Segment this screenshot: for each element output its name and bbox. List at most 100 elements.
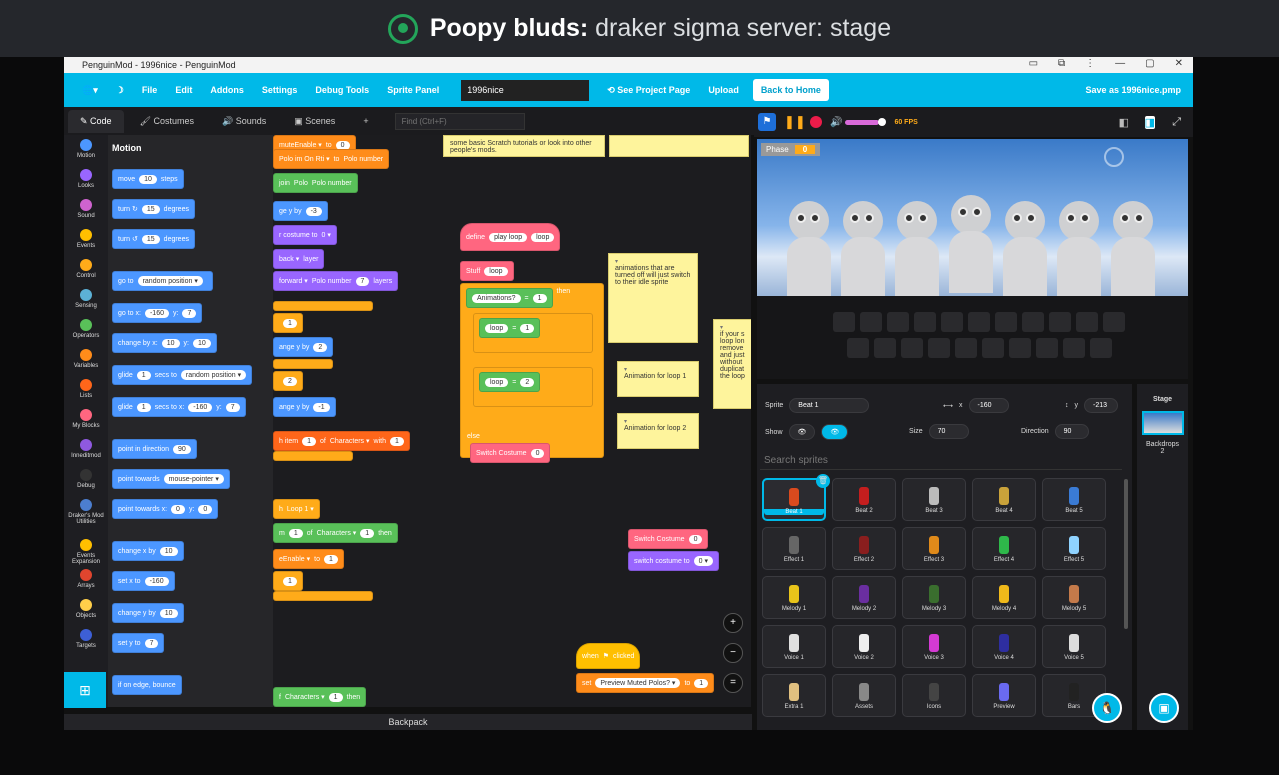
when-flag-clicked-block[interactable]: when ⚑ clicked (576, 643, 641, 669)
menu-edit[interactable]: Edit (175, 85, 192, 95)
tab-costumes[interactable]: 🖌 Costumes (128, 110, 206, 133)
window-control-icon[interactable]: ⋮ (1085, 58, 1095, 69)
fullscreen-icon[interactable]: ⤢ (1172, 116, 1181, 129)
script-block[interactable]: ange y by -1 (273, 397, 336, 417)
category-debug[interactable]: Debug (64, 469, 108, 489)
script-block[interactable]: forward ▾ Polo number 7 layers (273, 271, 399, 291)
sprite-tile[interactable]: Effect 4 (972, 527, 1036, 570)
y-position-input[interactable]: -213 (1084, 398, 1118, 413)
category-sound[interactable]: Sound (64, 199, 108, 219)
category-events[interactable]: Events (64, 229, 108, 249)
category-targets[interactable]: Targets (64, 629, 108, 649)
tab-sounds[interactable]: 🔊 Sounds (210, 110, 278, 133)
window-control-icon[interactable]: ▭ (1029, 58, 1038, 69)
window-control-icon[interactable]: — (1115, 58, 1125, 69)
palette-block[interactable]: move 10 steps (112, 169, 184, 189)
nested-if-block[interactable]: loop = 2 (473, 367, 593, 407)
palette-block[interactable]: change x by 10 (112, 541, 184, 561)
palette-block[interactable]: point towards x: 0 y: 0 (112, 499, 219, 519)
script-block[interactable]: Polo im On Rti ▾ to Polo number (273, 149, 390, 169)
sprite-tile[interactable]: Effect 3 (902, 527, 966, 570)
sprite-tile[interactable]: Beat 4 (972, 478, 1036, 521)
category-lists[interactable]: Lists (64, 379, 108, 399)
define-hat-block[interactable]: define play loop loop (460, 223, 561, 251)
window-control-icon[interactable]: ✕ (1175, 58, 1183, 69)
collapse-arrow-icon[interactable]: ▾ (624, 418, 692, 425)
back-to-home-button[interactable]: Back to Home (752, 79, 829, 101)
zoom-reset-icon[interactable]: = (723, 673, 743, 693)
category-looks[interactable]: Looks (64, 169, 108, 189)
sprite-tile[interactable]: Effect 5 (1042, 527, 1106, 570)
sprite-tile[interactable]: Melody 1 (762, 576, 826, 619)
sprite-tile[interactable]: Effect 2 (832, 527, 896, 570)
palette-block[interactable]: point in direction 90 (112, 439, 197, 459)
sprite-list-scrollbar[interactable] (1124, 479, 1128, 629)
script-block[interactable]: ange y by 2 (273, 337, 334, 357)
comment-note[interactable] (609, 135, 749, 157)
sprite-tile[interactable]: Melody 4 (972, 576, 1036, 619)
size-input[interactable]: 70 (928, 424, 969, 439)
sprite-tile[interactable]: Preview (972, 674, 1036, 717)
script-block[interactable]: 1 (273, 571, 303, 591)
menu-file[interactable]: File (142, 85, 158, 95)
stuff-block[interactable]: Stuff loop (460, 261, 514, 281)
script-block[interactable]: r costume to 0 ▾ (273, 225, 337, 245)
category-operators[interactable]: Operators (64, 319, 108, 339)
category-sensing[interactable]: Sensing (64, 289, 108, 309)
set-variable-block[interactable]: set Preview Muted Polos? ▾ to 1 (576, 673, 715, 693)
sprite-tile[interactable]: Voice 1 (762, 625, 826, 668)
sprite-tile[interactable]: Melody 5 (1042, 576, 1106, 619)
menu-addons[interactable]: Addons (210, 85, 244, 95)
tab-code[interactable]: ✎ Code (68, 109, 124, 133)
sprite-tile[interactable]: Beat 3 (902, 478, 966, 521)
search-sprites-input[interactable]: Search sprites (760, 454, 1122, 470)
palette-block[interactable]: turn ↻ 15 degrees (112, 199, 195, 219)
palette-block[interactable]: glide 1 secs to random position ▾ (112, 365, 253, 385)
pause-icon[interactable]: ❚❚ (784, 113, 806, 131)
see-project-page-link[interactable]: ⟲ See Project Page (607, 85, 690, 96)
upload-button[interactable]: Upload (708, 85, 739, 95)
palette-block[interactable]: set x to -160 (112, 571, 175, 591)
window-control-icon[interactable]: ▢ (1145, 58, 1154, 69)
small-stage-icon[interactable]: ◧ (1119, 116, 1129, 129)
add-extension-button[interactable]: ⊞ (64, 672, 106, 708)
sprite-tile[interactable]: Melody 3 (902, 576, 966, 619)
direction-input[interactable]: 90 (1054, 424, 1089, 439)
x-position-input[interactable]: -160 (968, 398, 1009, 413)
backpack[interactable]: Backpack (64, 714, 752, 730)
delete-sprite-icon[interactable]: 🗑 (816, 474, 830, 488)
hide-sprite-eye-icon[interactable]: 👁 (821, 424, 849, 440)
palette-block[interactable]: set y to 7 (112, 633, 165, 653)
category-variables[interactable]: Variables (64, 349, 108, 369)
stage-thumbnail[interactable] (1141, 411, 1184, 435)
sprite-tile[interactable]: Beat 1 🗑 (762, 474, 830, 521)
menu-settings[interactable]: Settings (262, 85, 298, 95)
palette-block[interactable]: point towards mouse-pointer ▾ (112, 469, 230, 489)
stage-target-panel[interactable]: Stage Backdrops 2 (1137, 384, 1188, 730)
palette-block[interactable]: change y by 10 (112, 603, 184, 623)
green-flag-icon[interactable]: ⚑ (758, 113, 776, 131)
palette-block[interactable]: glide 1 secs to x: -160 y: 7 (112, 397, 246, 417)
normal-stage-icon[interactable]: ◨ (1144, 115, 1155, 129)
zoom-in-icon[interactable]: + (723, 613, 743, 633)
tab-scenes[interactable]: ▣ Scenes (282, 110, 347, 133)
comment-note[interactable]: ▾ Animation for loop 2 (617, 413, 699, 449)
sprite-tile[interactable]: Voice 2 (832, 625, 896, 668)
sprite-tile[interactable]: Icons (902, 674, 966, 717)
collapse-arrow-icon[interactable]: ▾ (624, 366, 692, 373)
script-block[interactable]: ge y by -3 (273, 201, 328, 221)
find-input[interactable] (394, 112, 525, 130)
stop-icon[interactable] (810, 116, 822, 128)
comment-note[interactable]: ▾ if your s loop lon remove and just with… (713, 319, 751, 409)
nested-if-block[interactable]: loop = 1 (473, 313, 593, 353)
script-block[interactable]: back ▾ layer (273, 249, 325, 269)
comment-note[interactable]: ▾ Animation for loop 1 (617, 361, 699, 397)
script-block[interactable]: m 1 of Characters ▾ 1 then (273, 523, 398, 543)
script-block[interactable]: Switch Costume 0 (628, 529, 709, 549)
palette-block[interactable]: go to x: -160 y: 7 (112, 303, 203, 323)
add-scene-icon[interactable]: + (351, 110, 380, 132)
collapse-arrow-icon[interactable]: ▾ (615, 258, 691, 265)
project-title-input[interactable] (461, 79, 590, 101)
category-arrays[interactable]: Arrays (64, 569, 108, 589)
comment-note[interactable]: some basic Scratch tutorials or look int… (443, 135, 605, 157)
